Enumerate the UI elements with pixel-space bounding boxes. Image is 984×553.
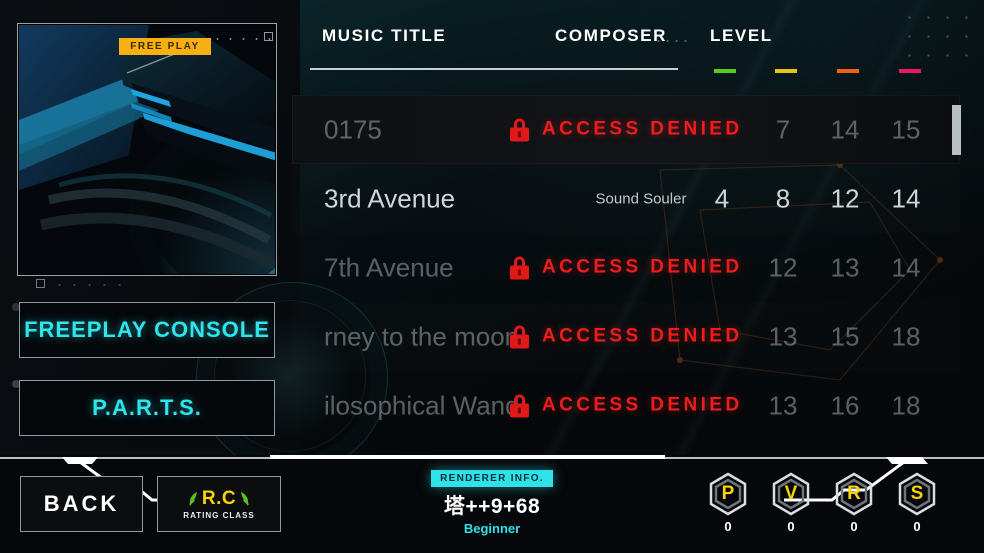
music-list-row[interactable]: ilosophical Wand 13 16 18 ACCESS DENIED bbox=[292, 371, 960, 440]
header-underline bbox=[310, 68, 678, 70]
row-title: rney to the moon bbox=[324, 321, 520, 351]
access-denied-overlay: ACCESS DENIED bbox=[510, 325, 742, 348]
difficulty-bar-3 bbox=[899, 69, 921, 73]
lock-icon bbox=[510, 256, 529, 279]
row-level-value: 18 bbox=[891, 321, 921, 351]
renderer-info-value: 塔++9+68 bbox=[443, 495, 541, 518]
hex-letter: P bbox=[721, 483, 735, 504]
header-dots bbox=[654, 38, 688, 44]
back-label: BACK bbox=[43, 491, 120, 516]
renderer-info-tag: RENDERER INFO. bbox=[431, 470, 553, 487]
jacket-artwork-svg bbox=[19, 25, 275, 274]
difficulty-bar-2 bbox=[837, 69, 859, 73]
row-level-value: 12 bbox=[830, 183, 860, 213]
row-level-value: 16 bbox=[830, 390, 860, 420]
row-title: ilosophical Wand bbox=[324, 390, 520, 420]
hex-icon: S bbox=[897, 472, 937, 516]
list-scrollbar-thumb[interactable] bbox=[952, 105, 961, 155]
music-list-row[interactable]: 7th Avenue 12 13 14 ACCESS DENIED bbox=[292, 233, 960, 302]
free-play-badge: FREE PLAY bbox=[119, 38, 211, 55]
row-title: 3rd Avenue bbox=[324, 183, 456, 213]
music-list[interactable]: 0175 7 14 15 ACCESS DENIED 3rd Avenue Sound So… bbox=[292, 95, 960, 450]
lock-icon bbox=[510, 118, 529, 141]
lock-icon bbox=[510, 325, 529, 348]
row-level-value: 13 bbox=[830, 252, 860, 282]
left-panel: FREE PLAY FREEPLAY CONSOLE P.A.R.T.S. bbox=[0, 0, 294, 455]
header-music-title: MUSIC TITLE bbox=[322, 26, 447, 45]
row-level-value: 7 bbox=[775, 114, 791, 144]
stat-s: S0 bbox=[894, 472, 940, 534]
row-level-value: 14 bbox=[891, 252, 921, 282]
access-denied-overlay: ACCESS DENIED bbox=[510, 394, 742, 417]
access-denied-label: ACCESS DENIED bbox=[542, 118, 743, 140]
hex-value: 0 bbox=[787, 519, 795, 534]
laurel-left-icon bbox=[188, 492, 197, 506]
jacket-corner-square bbox=[264, 32, 273, 41]
stat-v: V0 bbox=[768, 472, 814, 534]
row-level-value: 8 bbox=[775, 183, 791, 213]
album-jacket-art bbox=[19, 25, 275, 274]
row-level-value: 13 bbox=[768, 390, 798, 420]
access-denied-label: ACCESS DENIED bbox=[542, 325, 743, 347]
hex-letter: R bbox=[847, 483, 861, 504]
access-denied-label: ACCESS DENIED bbox=[542, 256, 743, 278]
difficulty-bar-1 bbox=[775, 69, 797, 73]
freeplay-console-label: FREEPLAY CONSOLE bbox=[24, 317, 270, 342]
rating-class-sub: RATING CLASS bbox=[183, 511, 255, 520]
row-level-value: 4 bbox=[714, 183, 730, 213]
access-denied-overlay: ACCESS DENIED bbox=[510, 118, 742, 141]
lock-icon bbox=[510, 394, 529, 417]
stat-badges: P0V0R0S0 bbox=[705, 472, 960, 542]
music-list-row[interactable]: 0175 7 14 15 ACCESS DENIED bbox=[292, 95, 960, 164]
back-button[interactable]: BACK bbox=[20, 476, 143, 532]
row-composer: Sound Souler bbox=[595, 190, 687, 207]
app-root: FREE PLAY FREEPLAY CONSOLE P.A.R.T.S. MU… bbox=[0, 0, 984, 553]
difficulty-bar-0 bbox=[714, 69, 736, 73]
hex-icon: P bbox=[708, 472, 748, 516]
hex-icon: V bbox=[771, 472, 811, 516]
header-level: LEVEL bbox=[710, 26, 773, 45]
renderer-info: RENDERER INFO. 塔++9+68 Beginner bbox=[392, 468, 592, 536]
rating-class-text: R.C bbox=[201, 488, 237, 509]
music-list-row[interactable]: rney to the moon 13 15 18 ACCESS DENIED bbox=[292, 302, 960, 371]
rating-class-button[interactable]: R.C RATING CLASS bbox=[157, 476, 281, 532]
music-list-row[interactable]: 3rd Avenue Sound Souler 4 8 12 14 bbox=[292, 164, 960, 233]
laurel-right-icon bbox=[241, 492, 250, 506]
hex-value: 0 bbox=[724, 519, 732, 534]
row-level-value: 14 bbox=[891, 183, 921, 213]
row-level-value: 18 bbox=[891, 390, 921, 420]
row-level-value: 14 bbox=[830, 114, 860, 144]
header-composer: COMPOSER bbox=[555, 26, 667, 45]
hex-value: 0 bbox=[913, 519, 921, 534]
stat-p: P0 bbox=[705, 472, 751, 534]
freeplay-console-button[interactable]: FREEPLAY CONSOLE bbox=[19, 302, 275, 358]
hex-value: 0 bbox=[850, 519, 858, 534]
row-title: 0175 bbox=[324, 114, 382, 144]
row-title: 7th Avenue bbox=[324, 252, 454, 282]
hex-letter: S bbox=[910, 483, 924, 504]
parts-button[interactable]: P.A.R.T.S. bbox=[19, 380, 275, 436]
bottom-highlight-line bbox=[270, 455, 665, 459]
stat-r: R0 bbox=[831, 472, 877, 534]
row-level-value: 12 bbox=[768, 252, 798, 282]
rating-class-main: R.C bbox=[186, 488, 252, 510]
access-denied-label: ACCESS DENIED bbox=[542, 394, 743, 416]
parts-label: P.A.R.T.S. bbox=[92, 395, 202, 420]
hex-icon: R bbox=[834, 472, 874, 516]
row-level-value: 15 bbox=[830, 321, 860, 351]
access-denied-overlay: ACCESS DENIED bbox=[510, 256, 742, 279]
panel-marker-square bbox=[36, 279, 45, 288]
list-header: MUSIC TITLE COMPOSER LEVEL bbox=[310, 22, 960, 73]
row-level-value: 15 bbox=[891, 114, 921, 144]
hex-letter: V bbox=[784, 483, 798, 504]
jacket-frame: FREE PLAY bbox=[17, 23, 277, 276]
renderer-info-level: Beginner bbox=[463, 521, 521, 536]
row-level-value: 13 bbox=[768, 321, 798, 351]
panel-dot-row bbox=[52, 281, 126, 289]
